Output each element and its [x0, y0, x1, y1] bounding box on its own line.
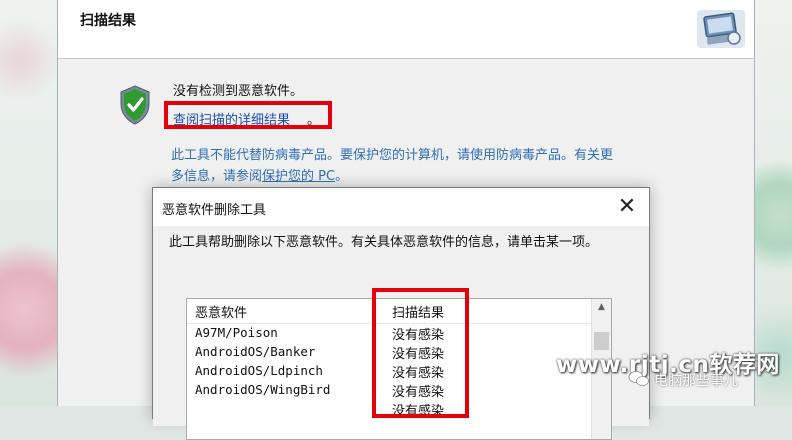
info-text-suffix: 。: [335, 169, 349, 184]
scroll-up-arrow-icon[interactable]: ▲: [592, 299, 611, 316]
highlight-box-detail-link: [164, 101, 332, 129]
malware-name: AndroidOS/Ldpinch: [195, 363, 323, 378]
dialog-title: 恶意软件删除工具: [162, 203, 267, 218]
malware-name: AndroidOS/WingBird: [195, 382, 331, 397]
dialog-description: 此工具帮助删除以下恶意软件。有关具体恶意软件的信息，请单击某一项。: [169, 235, 599, 250]
antivirus-info-text: 此工具不能代替防病毒产品。要保护您的计算机，请使用防病毒产品。有关更 多信息，请…: [171, 145, 691, 187]
column-header-malware[interactable]: 恶意软件: [195, 302, 247, 321]
watermark-subtitle: 电脑那些事儿: [654, 373, 738, 389]
malware-name: A97M/Poison: [195, 325, 278, 340]
wizard-header: 扫描结果: [58, 0, 754, 59]
info-text-line2: 多信息，请参阅: [171, 169, 263, 184]
wechat-icon: [628, 371, 649, 386]
page-title: 扫描结果: [80, 13, 136, 29]
computer-scan-logo-icon: [697, 10, 745, 48]
protect-your-pc-link[interactable]: 保护您的 PC: [262, 169, 335, 184]
info-text-line1: 此工具不能代替防病毒产品。要保护您的计算机，请使用防病毒产品。有关更: [171, 148, 614, 163]
highlight-box-scan-results: [372, 288, 469, 418]
shield-check-icon: [120, 85, 150, 125]
close-button[interactable]: ✕: [607, 190, 647, 224]
background-splash: [0, 20, 60, 100]
scan-result-text: 没有检测到恶意软件。: [173, 84, 304, 99]
malware-name: AndroidOS/Banker: [195, 344, 316, 359]
